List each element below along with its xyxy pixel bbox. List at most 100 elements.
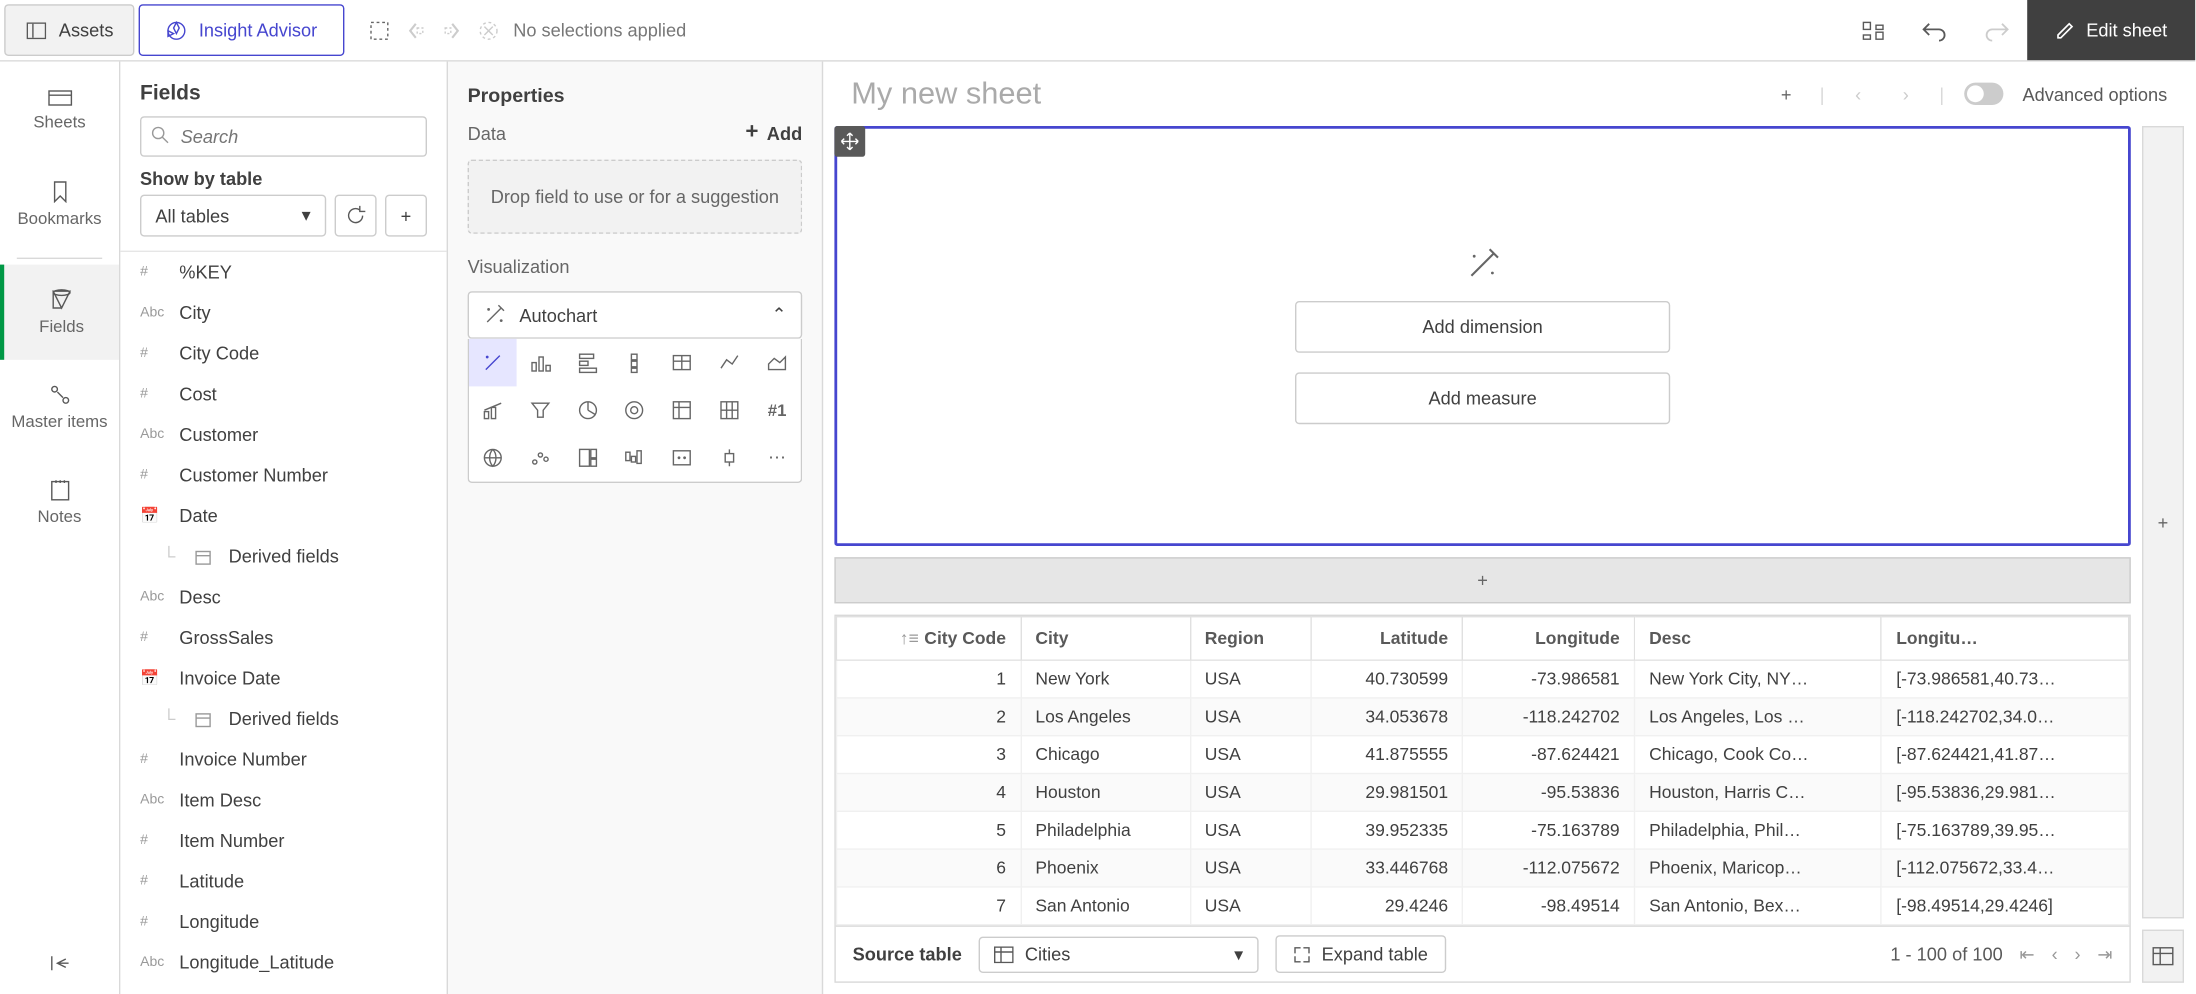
tables-dropdown[interactable]: All tables ▾ — [140, 195, 326, 237]
viz-waterfall-icon[interactable] — [611, 434, 658, 482]
table-row[interactable]: 3ChicagoUSA41.875555-87.624421Chicago, C… — [837, 736, 2129, 774]
insight-advisor-button[interactable]: Insight Advisor — [139, 4, 344, 56]
table-header[interactable]: Longitude — [1463, 617, 1635, 660]
expand-table-button[interactable]: Expand table — [1275, 935, 1446, 973]
viz-line-icon[interactable] — [706, 339, 753, 387]
viz-stacked-icon[interactable] — [611, 339, 658, 387]
chart-placeholder[interactable]: Add dimension Add measure — [834, 126, 2130, 546]
viz-pivot-icon[interactable] — [659, 386, 706, 434]
table-header[interactable]: Latitude — [1311, 617, 1463, 660]
add-dimension-button[interactable]: Add dimension — [1295, 301, 1670, 353]
table-header[interactable]: Desc — [1634, 617, 1881, 660]
table-header[interactable]: Longitu… — [1882, 617, 2129, 660]
field-item[interactable]: Longitude — [120, 902, 446, 943]
refresh-button[interactable] — [335, 195, 377, 237]
field-item[interactable]: City Code — [120, 333, 446, 374]
field-item[interactable]: Latitude — [120, 861, 446, 902]
rail-notes[interactable]: Notes — [0, 455, 119, 550]
field-item[interactable]: Manager — [120, 983, 446, 994]
undo-icon[interactable] — [1904, 0, 1966, 60]
table-header[interactable]: Region — [1190, 617, 1310, 660]
viz-kpi-icon[interactable]: #1 — [753, 386, 800, 434]
sheet-title[interactable]: My new sheet — [851, 76, 1772, 112]
add-data-button[interactable]: + Add — [745, 120, 802, 145]
next-sheet-icon[interactable]: › — [1892, 83, 1920, 104]
viz-treemap-icon[interactable] — [564, 434, 611, 482]
search-input[interactable] — [140, 116, 427, 157]
viz-autochart-dropdown[interactable]: Autochart ⌃ — [468, 291, 803, 339]
field-item[interactable]: └Derived fields — [120, 699, 446, 740]
viz-grid2-icon[interactable] — [706, 386, 753, 434]
rail-bookmarks[interactable]: Bookmarks — [0, 157, 119, 252]
field-item[interactable]: Item Desc — [120, 780, 446, 821]
field-item[interactable]: Invoice Number — [120, 739, 446, 780]
viz-auto-icon[interactable] — [469, 339, 516, 387]
table-row[interactable]: 4HoustonUSA29.981501-95.53836Houston, Ha… — [837, 774, 2129, 812]
field-item[interactable]: GrossSales — [120, 617, 446, 658]
source-table-label: Source table — [853, 944, 962, 965]
add-column-button[interactable]: + — [2142, 126, 2184, 918]
advanced-label: Advanced options — [2022, 83, 2167, 104]
advanced-toggle[interactable] — [1964, 83, 2003, 105]
pager-first-icon[interactable]: ⇤ — [2020, 943, 2035, 965]
grid-icon[interactable] — [1843, 0, 1905, 60]
step-back-icon[interactable] — [404, 19, 426, 41]
pager-next-icon[interactable]: › — [2074, 944, 2080, 965]
add-sheet-icon[interactable]: + — [1772, 83, 1800, 104]
field-item[interactable]: Item Number — [120, 820, 446, 861]
table-row[interactable]: 1New YorkUSA40.730599-73.986581New York … — [837, 660, 2129, 698]
viz-combo-icon[interactable] — [469, 386, 516, 434]
field-item[interactable]: Longitude_Latitude — [120, 942, 446, 983]
field-item[interactable]: %KEY — [120, 252, 446, 293]
table-header[interactable]: City — [1021, 617, 1190, 660]
viz-pie-icon[interactable] — [564, 386, 611, 434]
assets-button[interactable]: Assets — [4, 4, 134, 56]
fields-title: Fields — [120, 62, 446, 117]
viz-area-icon[interactable] — [753, 339, 800, 387]
field-item[interactable]: Invoice Date — [120, 658, 446, 699]
viz-bar-icon[interactable] — [516, 339, 563, 387]
clear-selections-icon[interactable] — [477, 19, 499, 41]
field-item[interactable]: Date — [120, 496, 446, 537]
viz-distribution-icon[interactable] — [659, 434, 706, 482]
selection-tool-icon[interactable] — [368, 19, 390, 41]
viz-donut-icon[interactable] — [611, 386, 658, 434]
table-row[interactable]: 7San AntonioUSA29.4246-98.49514San Anton… — [837, 887, 2129, 925]
edit-sheet-button[interactable]: Edit sheet — [2027, 0, 2195, 60]
add-measure-button[interactable]: Add measure — [1295, 372, 1670, 424]
table-row[interactable]: 2Los AngelesUSA34.053678-118.242702Los A… — [837, 698, 2129, 736]
field-item[interactable]: Cost — [120, 374, 446, 415]
viz-hbar-icon[interactable] — [564, 339, 611, 387]
field-item[interactable]: City — [120, 293, 446, 334]
add-field-button[interactable]: + — [385, 195, 427, 237]
move-handle-icon[interactable] — [834, 126, 865, 157]
table-header[interactable]: ↑≡City Code — [837, 617, 1021, 660]
viz-table-icon[interactable] — [659, 339, 706, 387]
step-fwd-icon[interactable] — [440, 19, 462, 41]
chevron-up-icon: ⌃ — [772, 304, 787, 326]
field-item[interactable]: Customer — [120, 414, 446, 455]
viz-map-icon[interactable] — [469, 434, 516, 482]
pager-prev-icon[interactable]: ‹ — [2052, 944, 2058, 965]
collapse-rail-icon[interactable] — [0, 932, 119, 994]
viz-scatter-icon[interactable] — [516, 434, 563, 482]
table-toggle-icon[interactable] — [2142, 930, 2184, 983]
source-table-dropdown[interactable]: Cities ▾ — [979, 936, 1259, 972]
drop-zone[interactable]: Drop field to use or for a suggestion — [468, 160, 803, 234]
viz-more-icon[interactable]: ⋯ — [753, 434, 800, 482]
table-row[interactable]: 6PhoenixUSA33.446768-112.075672Phoenix, … — [837, 849, 2129, 887]
field-item[interactable]: └Derived fields — [120, 536, 446, 577]
viz-box-icon[interactable] — [706, 434, 753, 482]
rail-master-items[interactable]: Master items — [0, 360, 119, 455]
redo-icon[interactable] — [1966, 0, 2028, 60]
pager-last-icon[interactable]: ⇥ — [2097, 943, 2112, 965]
wand-icon — [483, 304, 505, 326]
field-item[interactable]: Customer Number — [120, 455, 446, 496]
rail-fields[interactable]: Fields — [0, 265, 119, 360]
viz-funnel-icon[interactable] — [516, 386, 563, 434]
prev-sheet-icon[interactable]: ‹ — [1844, 83, 1872, 104]
field-item[interactable]: Desc — [120, 577, 446, 618]
rail-sheets[interactable]: Sheets — [0, 62, 119, 157]
add-row-button[interactable]: + — [834, 557, 2130, 603]
table-row[interactable]: 5PhiladelphiaUSA39.952335-75.163789Phila… — [837, 811, 2129, 849]
